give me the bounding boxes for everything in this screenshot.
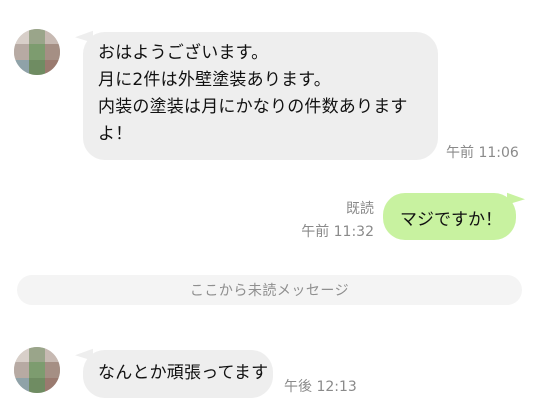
message-text: マジですか！ <box>400 210 502 230</box>
message-time: 午後 12:13 <box>284 379 357 395</box>
unread-divider-label: ここから未読メッセージ <box>189 283 350 299</box>
message-line: 内装の塗装は月にかなりの件数あります <box>98 97 408 117</box>
message-text: なんとか頑張ってます <box>98 363 269 383</box>
message-bubble[interactable]: マジですか！ <box>383 193 516 240</box>
avatar[interactable] <box>14 29 60 75</box>
avatar[interactable] <box>14 347 60 393</box>
message-line: おはようございます。 <box>98 43 269 63</box>
read-receipt: 既読 <box>346 201 374 217</box>
message-line: 月に2件は外壁塗装あります。 <box>98 70 331 90</box>
unread-divider: ここから未読メッセージ <box>17 275 522 305</box>
message-line: よ！ <box>98 124 133 144</box>
message-bubble[interactable]: なんとか頑張ってます <box>83 350 273 398</box>
message-bubble[interactable]: おはようございます。 月に2件は外壁塗装あります。 内装の塗装は月にかなりの件数… <box>83 32 438 160</box>
message-time: 午前 11:06 <box>446 145 519 161</box>
message-time: 午前 11:32 <box>301 224 374 240</box>
